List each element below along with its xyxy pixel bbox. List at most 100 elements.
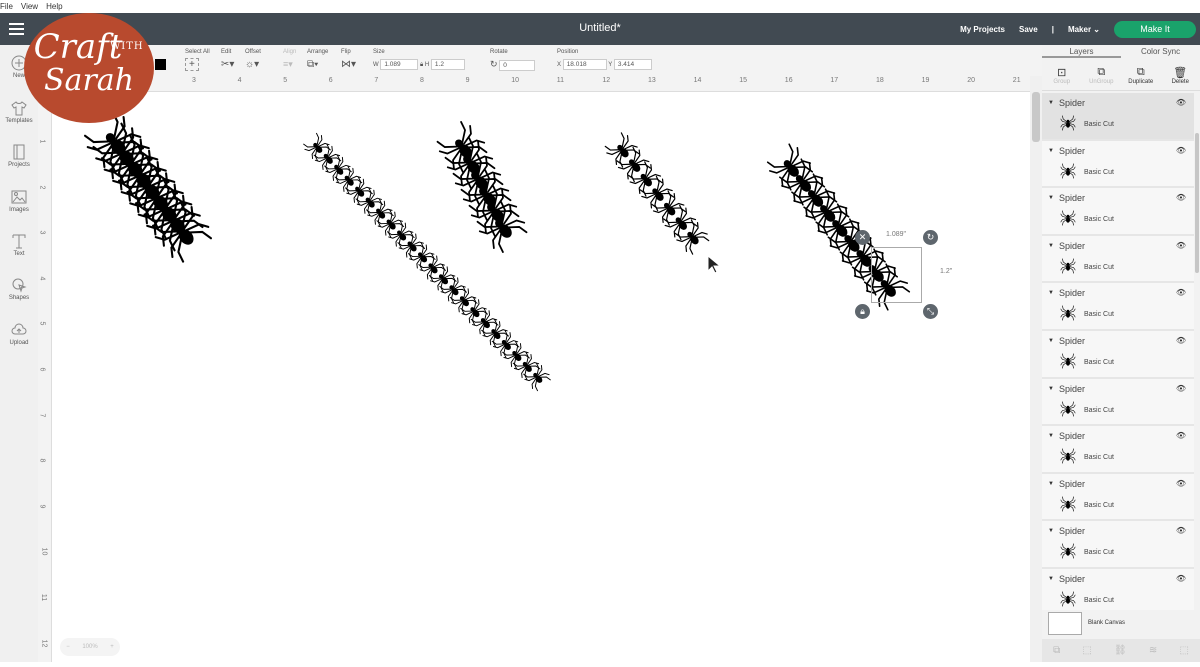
ruler-tick-label: 1 xyxy=(38,140,45,144)
arrange-icon[interactable]: ⧉▾ xyxy=(307,59,318,70)
ruler-tick-label: 10 xyxy=(511,77,519,84)
machine-select[interactable]: Maker ⌄ xyxy=(1068,25,1100,34)
tab-color-sync[interactable]: Color Sync xyxy=(1121,45,1200,58)
layer-item[interactable]: ▼Spider👁︎Basic Cut xyxy=(1042,141,1194,189)
canvas-scrollbar[interactable] xyxy=(1030,76,1042,662)
attach-icon[interactable]: ⛓︎ xyxy=(1114,645,1127,656)
blank-canvas-swatch[interactable] xyxy=(1048,612,1082,635)
offset-label: Offset xyxy=(245,49,261,55)
layer-item[interactable]: ▼Spider👁︎Basic Cut xyxy=(1042,93,1194,141)
resize-handle-icon[interactable]: ⤡ xyxy=(923,304,938,319)
eye-icon[interactable]: 👁︎ xyxy=(1176,193,1186,202)
layer-item[interactable]: ▼Spider👁︎Basic Cut xyxy=(1042,188,1194,236)
layer-item[interactable]: ▼Spider👁︎Basic Cut xyxy=(1042,521,1194,569)
expand-arrow-icon[interactable]: ▼ xyxy=(1048,433,1054,439)
eye-icon[interactable]: 👁︎ xyxy=(1176,288,1186,297)
offset-icon[interactable]: ☼▾ xyxy=(245,59,259,70)
app-header: Untitled* My Projects Save | Maker ⌄ Mak… xyxy=(0,13,1200,45)
eye-icon[interactable]: 👁︎ xyxy=(1176,526,1186,535)
ungroup-button[interactable]: ⧉UnGroup xyxy=(1082,58,1122,90)
flatten-icon[interactable]: ≋ xyxy=(1149,645,1157,656)
slice-icon[interactable]: ⧉ xyxy=(1053,645,1060,656)
expand-arrow-icon[interactable]: ▼ xyxy=(1048,338,1054,344)
tab-layers[interactable]: Layers xyxy=(1042,45,1121,58)
layer-item[interactable]: ▼Spider👁︎Basic Cut xyxy=(1042,283,1194,331)
expand-arrow-icon[interactable]: ▼ xyxy=(1048,148,1054,154)
sidebar-item-projects[interactable]: Projects xyxy=(0,144,38,168)
rotate-handle-icon[interactable]: ↻ xyxy=(923,230,938,245)
eye-icon[interactable]: 👁︎ xyxy=(1176,336,1186,345)
ruler-tick-label: 16 xyxy=(785,77,793,84)
sidebar-item-shapes[interactable]: Shapes xyxy=(0,277,38,301)
canvas-artwork[interactable] xyxy=(52,92,1030,662)
text-icon xyxy=(11,233,27,249)
ungroup-label: UnGroup xyxy=(1089,79,1113,85)
zoom-out-button[interactable]: − xyxy=(66,644,70,650)
layer-operation: Basic Cut xyxy=(1084,549,1114,556)
sidebar-item-upload[interactable]: Upload xyxy=(0,322,38,346)
expand-arrow-icon[interactable]: ▼ xyxy=(1048,290,1054,296)
y-input[interactable]: 3.414 xyxy=(614,59,652,70)
expand-arrow-icon[interactable]: ▼ xyxy=(1048,528,1054,534)
make-it-button[interactable]: Make It xyxy=(1114,21,1196,38)
layer-item[interactable]: ▼Spider👁︎Basic Cut xyxy=(1042,331,1194,379)
layer-item[interactable]: ▼Spider👁︎Basic Cut xyxy=(1042,569,1194,610)
contour-icon[interactable]: ⬚ xyxy=(1179,645,1188,656)
layer-item[interactable]: ▼Spider👁︎Basic Cut xyxy=(1042,236,1194,284)
ruler-tick-label: 11 xyxy=(557,77,564,84)
layers-scrollbar[interactable] xyxy=(1194,93,1200,610)
layer-item[interactable]: ▼Spider👁︎Basic Cut xyxy=(1042,426,1194,474)
lock-handle-icon[interactable]: 🔒︎ xyxy=(855,304,870,319)
flip-icon[interactable]: ⋈▾ xyxy=(341,59,356,70)
eye-icon[interactable]: 👁︎ xyxy=(1176,98,1186,107)
menu-help[interactable]: Help xyxy=(46,2,62,11)
tshirt-icon xyxy=(11,100,27,116)
expand-arrow-icon[interactable]: ▼ xyxy=(1048,243,1054,249)
my-projects-link[interactable]: My Projects xyxy=(960,25,1005,34)
zoom-in-button[interactable]: + xyxy=(110,644,114,650)
eye-icon[interactable]: 👁︎ xyxy=(1176,431,1186,440)
align-icon[interactable]: ≡▾ xyxy=(283,59,293,69)
combine-icon[interactable]: ⬚ xyxy=(1082,645,1091,656)
sidebar-item-text[interactable]: Text xyxy=(0,233,38,257)
selection-box[interactable] xyxy=(871,247,922,303)
rotate-input[interactable]: 0 xyxy=(499,60,535,71)
expand-arrow-icon[interactable]: ▼ xyxy=(1048,100,1054,106)
design-canvas[interactable]: ✕ ↻ 🔒︎ ⤡ 1.089" 1.2" xyxy=(52,92,1030,662)
ruler-tick-label: 3 xyxy=(192,77,196,84)
expand-arrow-icon[interactable]: ▼ xyxy=(1048,481,1054,487)
menu-view[interactable]: View xyxy=(21,2,38,11)
eye-icon[interactable]: 👁︎ xyxy=(1176,574,1186,583)
eye-icon[interactable]: 👁︎ xyxy=(1176,479,1186,488)
x-input[interactable]: 18.018 xyxy=(563,59,607,70)
ungroup-icon: ⧉ xyxy=(1082,62,1122,79)
width-input[interactable]: 1.089 xyxy=(380,59,418,70)
sidebar-item-templates[interactable]: Templates xyxy=(0,100,38,124)
spider-thumbnail-icon xyxy=(1060,448,1076,464)
ruler-tick-label: 14 xyxy=(694,77,702,84)
group-button[interactable]: ⊡Group xyxy=(1042,58,1082,90)
lock-icon[interactable]: 🔒︎ xyxy=(420,62,423,68)
sidebar-item-images[interactable]: Images xyxy=(0,189,38,213)
menu-file[interactable]: File xyxy=(0,2,13,11)
expand-arrow-icon[interactable]: ▼ xyxy=(1048,386,1054,392)
height-input[interactable]: 1.2 xyxy=(431,59,465,70)
eye-icon[interactable]: 👁︎ xyxy=(1176,241,1186,250)
y-label: Y xyxy=(608,62,612,68)
layer-operation: Basic Cut xyxy=(1084,359,1114,366)
color-swatch[interactable] xyxy=(155,59,166,70)
save-button[interactable]: Save xyxy=(1019,25,1038,34)
delete-handle-icon[interactable]: ✕ xyxy=(855,230,870,245)
expand-arrow-icon[interactable]: ▼ xyxy=(1048,576,1054,582)
duplicate-button[interactable]: ⧉Duplicate xyxy=(1121,58,1161,90)
layer-item[interactable]: ▼Spider👁︎Basic Cut xyxy=(1042,474,1194,522)
eye-icon[interactable]: 👁︎ xyxy=(1176,384,1186,393)
ruler-tick-label: 8 xyxy=(420,77,424,84)
select-all-icon[interactable]: + xyxy=(185,58,199,71)
eye-icon[interactable]: 👁︎ xyxy=(1176,146,1186,155)
edit-icon[interactable]: ✂▾ xyxy=(221,59,234,70)
ruler-tick-label: 6 xyxy=(329,77,333,84)
layer-item[interactable]: ▼Spider👁︎Basic Cut xyxy=(1042,379,1194,427)
expand-arrow-icon[interactable]: ▼ xyxy=(1048,195,1054,201)
delete-button[interactable]: 🗑︎Delete xyxy=(1161,58,1200,90)
